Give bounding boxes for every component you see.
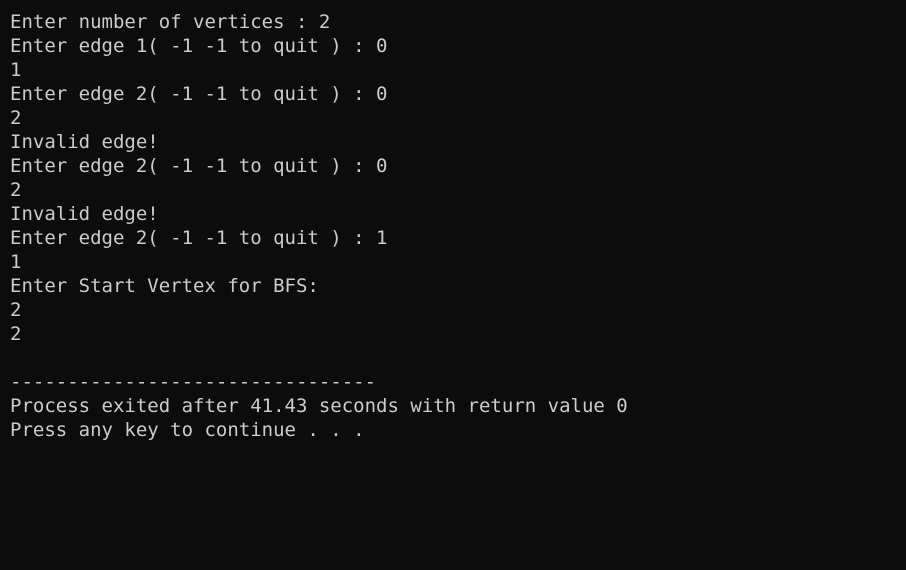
output-line-invalid-edge: Invalid edge! <box>10 203 159 225</box>
console-output[interactable]: Enter number of vertices : 2 Enter edge … <box>0 0 906 570</box>
output-separator: -------------------------------- <box>10 371 377 393</box>
output-line-prompt-edge-2: Enter edge 2( -1 -1 to quit ) : 0 <box>10 155 388 177</box>
output-line-prompt-edge-2: Enter edge 2( -1 -1 to quit ) : 1 <box>10 227 388 249</box>
output-line-prompt-start-vertex: Enter Start Vertex for BFS: <box>10 275 319 297</box>
output-line-blank <box>10 346 906 370</box>
output-line-input: 2 <box>10 299 22 321</box>
output-line-prompt-vertices: Enter number of vertices : 2 <box>10 11 331 33</box>
output-line-input: 2 <box>10 107 22 129</box>
output-line-bfs-result: 2 <box>10 323 22 345</box>
output-line-prompt-edge-2: Enter edge 2( -1 -1 to quit ) : 0 <box>10 83 388 105</box>
press-any-key-prompt: Press any key to continue . . . <box>10 419 365 441</box>
output-line-input: 1 <box>10 59 22 81</box>
output-line-input: 2 <box>10 179 22 201</box>
output-line-input: 1 <box>10 251 22 273</box>
output-line-prompt-edge-1: Enter edge 1( -1 -1 to quit ) : 0 <box>10 35 388 57</box>
process-exit-message: Process exited after 41.43 seconds with … <box>10 395 628 417</box>
output-line-invalid-edge: Invalid edge! <box>10 131 159 153</box>
